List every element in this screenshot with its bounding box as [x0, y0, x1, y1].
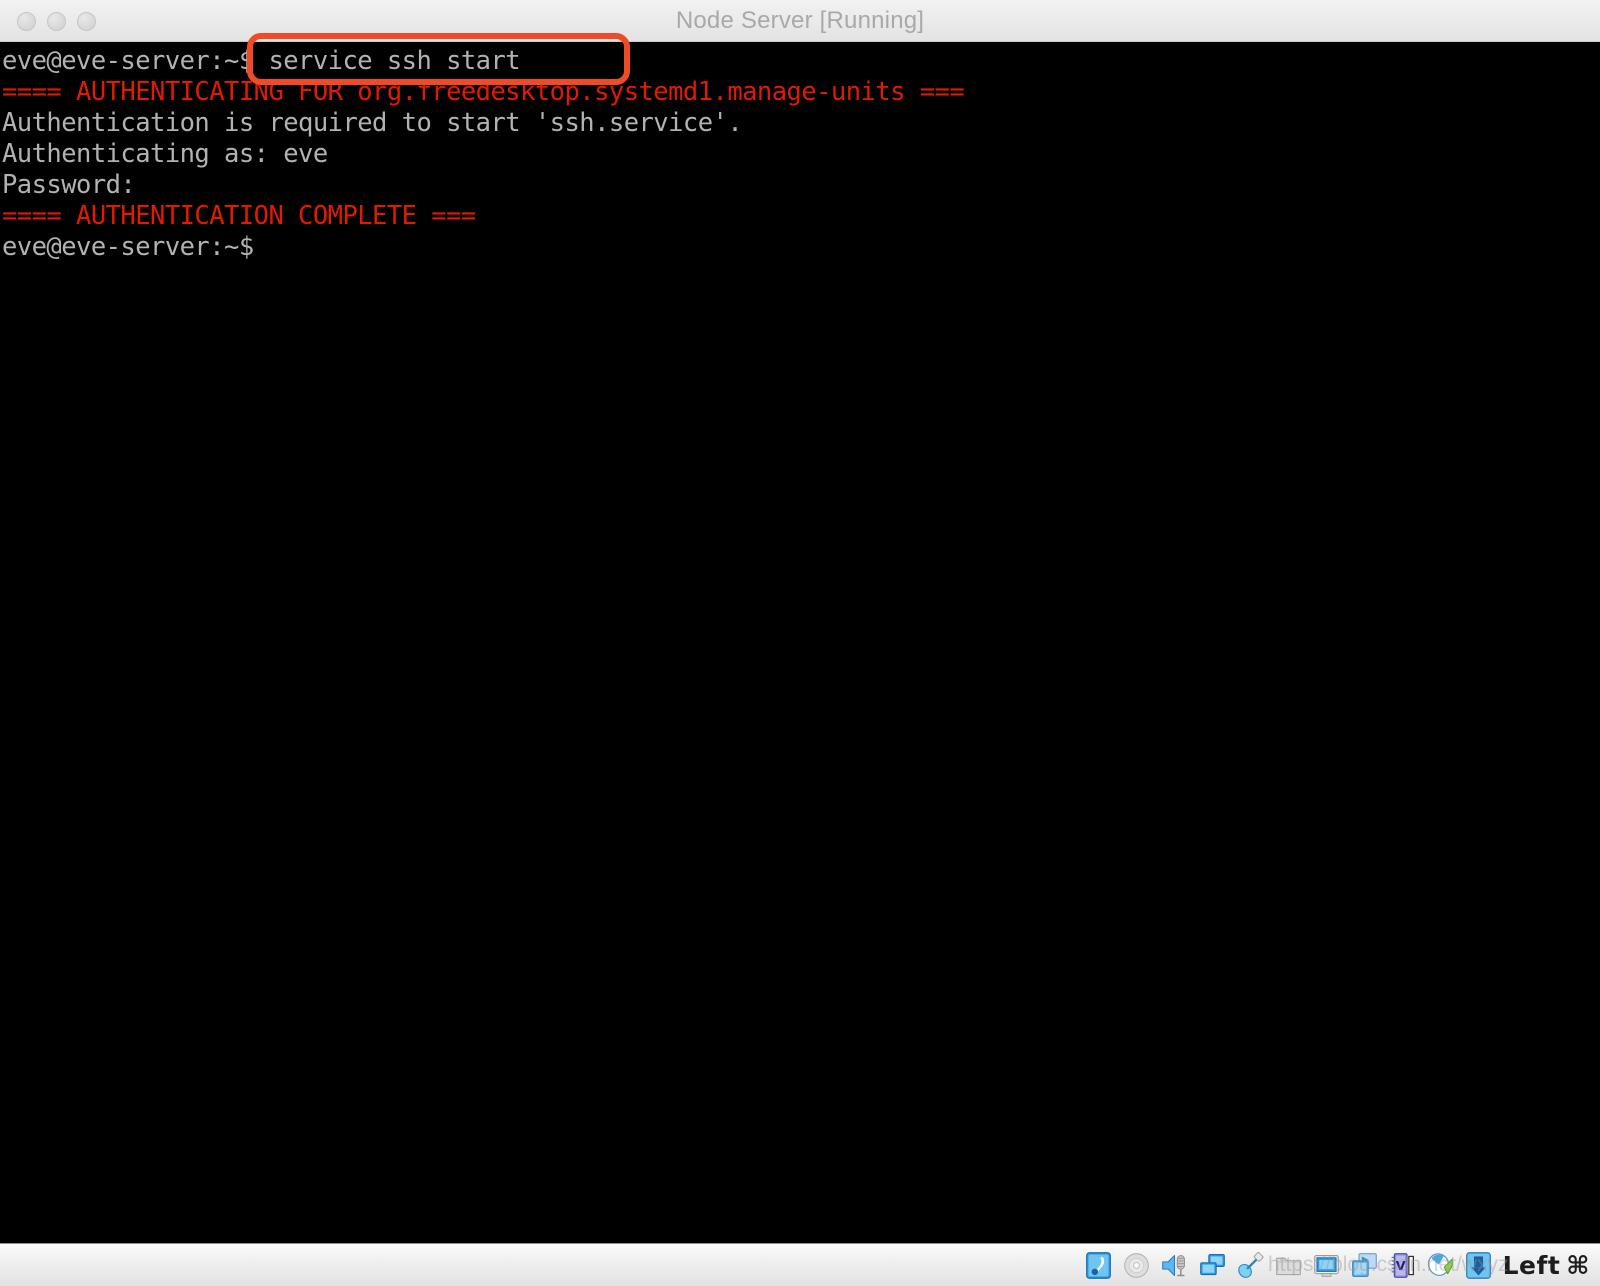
svg-text:V: V — [1395, 1258, 1405, 1273]
host-drive-icon[interactable] — [1464, 1251, 1493, 1280]
video-capture-icon[interactable] — [1350, 1251, 1379, 1280]
shared-folders-icon[interactable] — [1274, 1251, 1303, 1280]
window-title: Node Server [Running] — [675, 7, 925, 34]
terminal-line: ==== AUTHENTICATING FOR org.freedesktop.… — [2, 77, 965, 107]
hard-disk-icon[interactable] — [1084, 1251, 1113, 1280]
terminal-line: eve@eve-server:~$ service ssh start — [2, 46, 521, 76]
terminal-line: ==== AUTHENTICATION COMPLETE === — [2, 201, 476, 231]
usb-icon[interactable] — [1236, 1251, 1265, 1280]
terminal-line: Authentication is required to start 'ssh… — [2, 108, 743, 138]
virtualbox-vm-window: Node Server [Running] eve@eve-server:~$ … — [0, 0, 1600, 1286]
command-key-icon: ⌘ — [1566, 1250, 1590, 1280]
terminal-line: Authenticating as: eve — [2, 139, 328, 169]
network-icon[interactable] — [1198, 1251, 1227, 1280]
vm-statusbar: V Left ⌘ — [0, 1243, 1600, 1286]
host-key-label: Left — [1502, 1250, 1561, 1280]
display-icon[interactable] — [1312, 1251, 1341, 1280]
window-titlebar: Node Server [Running] — [0, 0, 1600, 42]
terminal-line: eve@eve-server:~$ — [2, 232, 254, 262]
optical-disc-icon[interactable] — [1122, 1251, 1151, 1280]
terminal-screen[interactable]: eve@eve-server:~$ service ssh start ====… — [0, 42, 1600, 1243]
host-key-indicator: Left ⌘ — [1503, 1251, 1590, 1280]
terminal-line: Password: — [2, 170, 136, 200]
mouse-integration-icon[interactable] — [1426, 1251, 1455, 1280]
vm-features-icon[interactable]: V — [1388, 1251, 1417, 1280]
statusbar-icon-group: V — [1084, 1251, 1493, 1280]
audio-icon[interactable] — [1160, 1251, 1189, 1280]
